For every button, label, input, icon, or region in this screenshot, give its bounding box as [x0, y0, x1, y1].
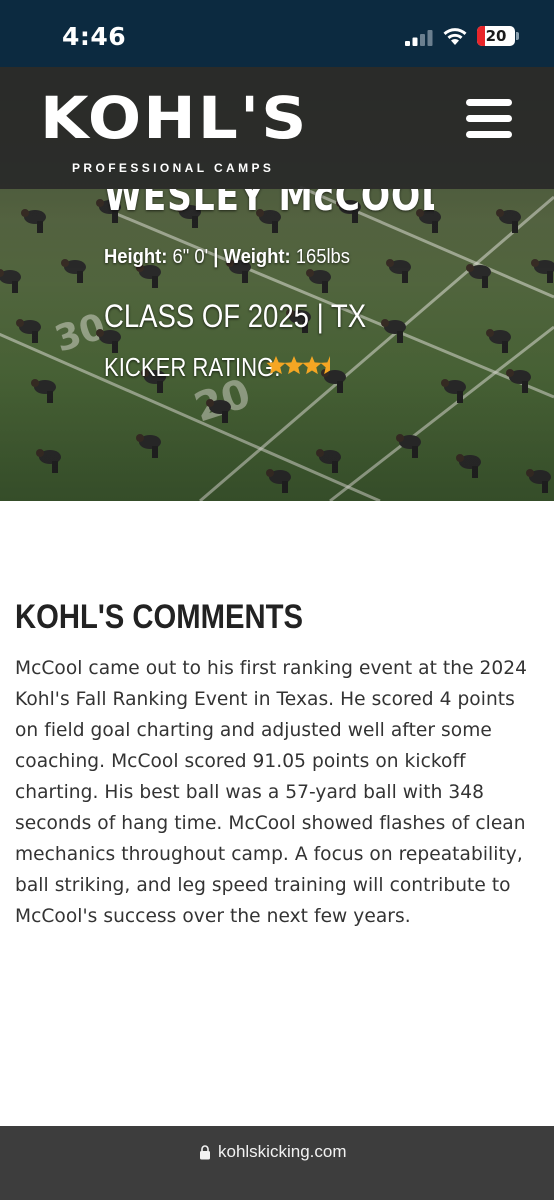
url-text[interactable]: kohlskicking.com	[218, 1142, 347, 1162]
star-rating-icon	[266, 356, 330, 375]
comments-text: McCool came out to his first ranking eve…	[15, 658, 528, 927]
player-name-clip: WESLEY McCOOL	[104, 189, 434, 223]
rating-star	[284, 356, 304, 375]
battery-cap	[516, 32, 519, 40]
class-year-state: CLASS OF 2025 | TX	[104, 298, 367, 334]
cellular-signal-icon	[405, 30, 433, 46]
stats-separator: |	[213, 246, 219, 268]
weight-label: Weight:	[223, 246, 291, 268]
height-label: Height:	[104, 246, 168, 268]
player-measurements: Height: 6" 0' | Weight: 165lbs	[104, 246, 350, 269]
rating-star	[302, 356, 322, 375]
height-value: 6" 0'	[172, 246, 209, 268]
status-time: 4:46	[62, 22, 127, 51]
rating-label: KICKER RATING:	[104, 352, 281, 382]
battery-icon: 20	[477, 26, 515, 46]
comments-heading: KOHL'S COMMENTS	[15, 598, 303, 636]
rating-star	[266, 356, 286, 375]
lock-icon	[200, 1145, 210, 1160]
weight-value: 165lbs	[295, 246, 350, 268]
status-bar: 4:46 20	[0, 0, 554, 67]
browser-address-bar[interactable]: kohlskicking.com	[0, 1126, 554, 1200]
hamburger-menu-icon[interactable]	[466, 99, 512, 139]
kohls-logo[interactable]: KOHL'S	[40, 89, 309, 147]
battery-level: 20	[485, 27, 507, 45]
player-name: WESLEY McCOOL	[104, 189, 434, 220]
wifi-icon	[443, 28, 467, 45]
logo-subtitle: PROFESSIONAL CAMPS	[72, 161, 275, 175]
rating-star	[320, 356, 330, 375]
